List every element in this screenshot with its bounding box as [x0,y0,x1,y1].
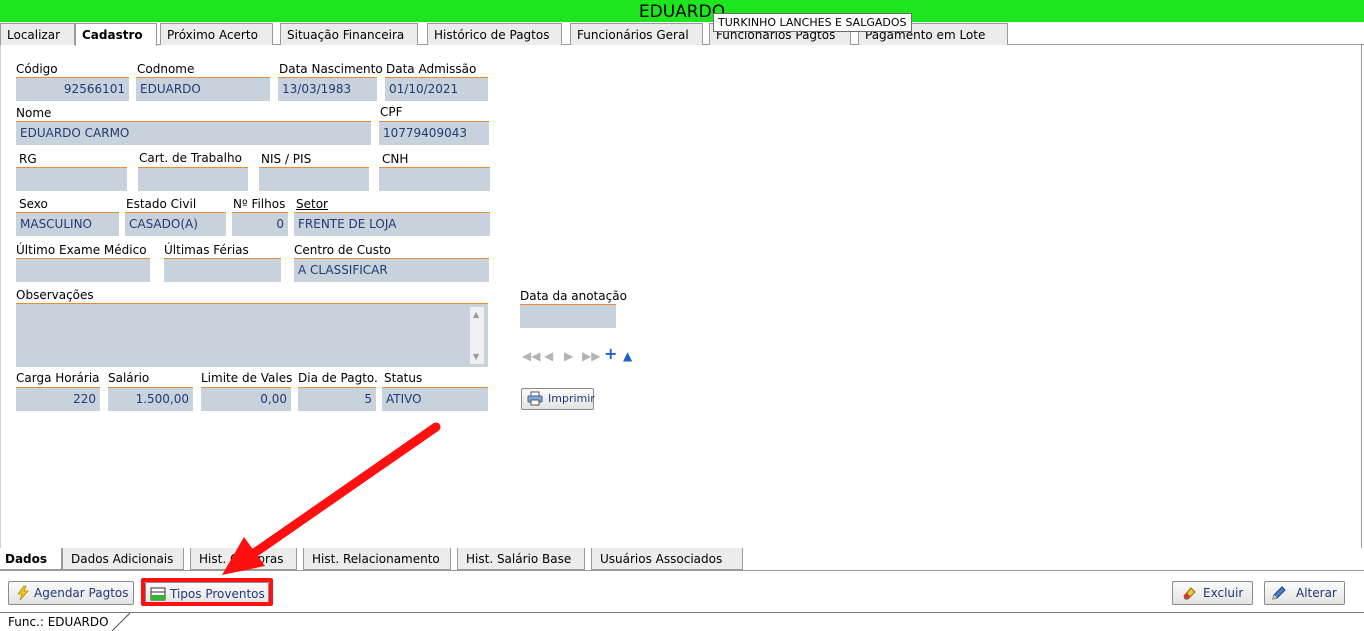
tab-proximo-acerto[interactable]: Próximo Acerto [160,23,273,45]
nis-pis-label: NIS / PIS [261,152,312,166]
top-tab-bar: Localizar Cadastro Próximo Acerto Situaç… [0,22,1364,46]
dia-pagto-label: Dia de Pagto. [298,371,378,385]
codigo-field[interactable]: 92566101 [16,77,129,101]
scroll-up-icon[interactable]: ▲ [473,311,479,319]
tab-dados-adicionais[interactable]: Dados Adicionais [62,548,184,570]
bottom-tab-bar: Dados Dados Adicionais Hist. Compras His… [0,548,1364,571]
imprimir-label: Imprimir [548,392,595,405]
tab-hist-relacionamento[interactable]: Hist. Relacionamento [303,548,451,570]
tab-usuarios-associados[interactable]: Usuários Associados [591,548,743,570]
limite-vales-label: Limite de Vales [201,371,293,385]
eraser-icon [1183,587,1196,600]
observacoes-label: Observações [16,288,94,302]
codnome-field[interactable]: EDUARDO [136,77,270,101]
agendar-pagtos-button[interactable]: Agendar Pagtos [8,581,134,605]
collapse-up-icon[interactable]: ▲ [623,349,632,363]
observacoes-textarea[interactable] [16,303,488,367]
last-record-icon[interactable]: ▶▶ [582,349,600,363]
tab-cadastro[interactable]: Cadastro [75,23,157,46]
rg-field[interactable] [16,167,127,191]
scroll-down-icon[interactable]: ▼ [473,353,479,361]
excluir-label: Excluir [1203,586,1244,600]
nis-pis-field[interactable] [259,167,369,191]
ultimas-ferias-field[interactable] [164,258,281,282]
data-admissao-label: Data Admissão [386,62,477,76]
sexo-field[interactable]: MASCULINO [16,212,119,236]
dia-pagto-field[interactable]: 5 [298,387,376,411]
carga-horaria-field[interactable]: 220 [16,387,100,411]
estado-civil-field[interactable]: CASADO(A) [125,212,226,236]
first-record-icon[interactable]: ◀◀ [522,349,540,363]
company-tooltip: TURKINHO LANCHES E SALGADOS [713,13,912,32]
ultimo-exame-label: Último Exame Médico [16,243,147,257]
data-nascimento-label: Data Nascimento [279,62,383,76]
ultimas-ferias-label: Últimas Férias [164,243,249,257]
limite-vales-field[interactable]: 0,00 [201,387,291,411]
salario-label: Salário [108,371,150,385]
rg-label: RG [19,152,37,166]
highlight-box [141,578,273,606]
data-anotacao-field[interactable] [520,304,616,328]
observacoes-scrollbar[interactable]: ▲ ▼ [470,307,484,364]
tab-situacao-financeira[interactable]: Situação Financeira [280,23,418,45]
salario-field[interactable]: 1.500,00 [108,387,193,411]
next-record-icon[interactable]: ▶ [564,349,573,363]
data-admissao-field[interactable]: 01/10/2021 [385,77,488,101]
setor-label[interactable]: Setor [296,197,328,211]
n-filhos-field[interactable]: 0 [232,212,288,236]
printer-icon [527,391,543,406]
cart-trabalho-label: Cart. de Trabalho [139,151,242,165]
tab-historico-pagtos[interactable]: Histórico de Pagtos [427,23,562,45]
ultimo-exame-field[interactable] [16,258,150,282]
cadastro-panel: Código 92566101 Codnome EDUARDO Data Nas… [0,45,1362,548]
codnome-label: Codnome [137,62,195,76]
data-anotacao-label: Data da anotação [520,289,627,303]
cnh-field[interactable] [379,167,490,191]
cpf-field[interactable]: 10779409043 [379,121,489,145]
sexo-label: Sexo [19,197,48,211]
status-field[interactable]: ATIVO [382,387,488,411]
setor-field[interactable]: FRENTE DE LOJA [294,212,490,236]
pencil-icon [1272,586,1286,600]
status-separator [111,613,130,631]
lightning-icon [17,585,29,601]
tab-funcionarios-geral[interactable]: Funcionários Geral [570,23,703,45]
nome-field[interactable]: EDUARDO CARMO [16,121,371,145]
status-text: Func.: EDUARDO [8,615,109,629]
status-bar: Func.: EDUARDO [0,612,1364,631]
status-label: Status [384,371,423,385]
prev-record-icon[interactable]: ◀ [544,349,553,363]
imprimir-button[interactable]: Imprimir [521,388,595,410]
cart-trabalho-field[interactable] [138,167,248,191]
agendar-pagtos-label: Agendar Pagtos [34,586,129,600]
alterar-button[interactable]: Alterar [1264,581,1345,605]
codigo-label: Código [16,62,58,76]
tab-hist-salario-base[interactable]: Hist. Salário Base [457,548,585,570]
window-title: EDUARDO [0,0,1364,22]
nome-label: Nome [16,106,52,120]
data-nascimento-field[interactable]: 13/03/1983 [278,77,377,101]
tab-hist-compras[interactable]: Hist. Compras [190,548,297,570]
n-filhos-label: Nº Filhos [233,197,286,211]
alterar-label: Alterar [1296,586,1337,600]
cnh-label: CNH [382,152,409,166]
tab-localizar[interactable]: Localizar [0,23,75,45]
cpf-label: CPF [380,105,403,119]
estado-civil-label: Estado Civil [126,197,197,211]
excluir-button[interactable]: Excluir [1172,581,1253,605]
centro-custo-label: Centro de Custo [294,243,391,257]
tab-dados[interactable]: Dados [0,548,62,570]
add-record-icon[interactable]: + [604,346,617,362]
carga-horaria-label: Carga Horária [16,371,100,385]
centro-custo-field[interactable]: A CLASSIFICAR [294,258,489,282]
